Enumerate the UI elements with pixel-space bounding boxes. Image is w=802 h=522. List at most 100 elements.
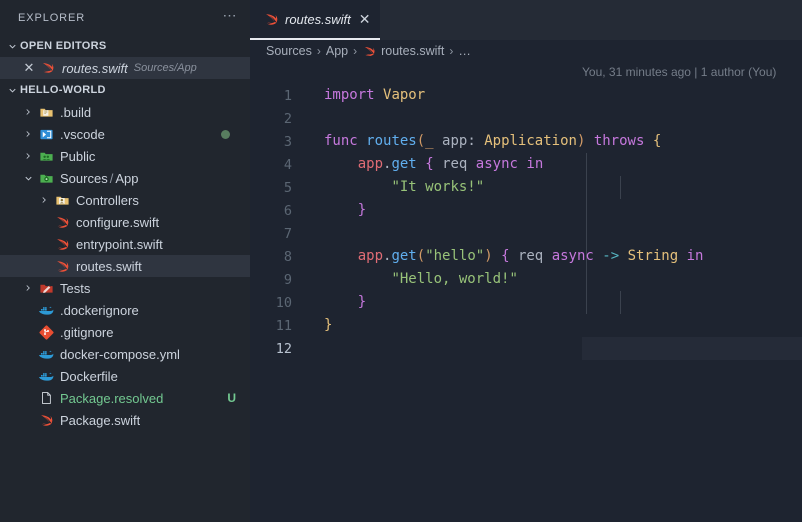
tree-item-public[interactable]: Public xyxy=(0,145,250,167)
code-line-10[interactable]: 10 } xyxy=(250,291,802,314)
tree-item-configure-swift[interactable]: configure.swift xyxy=(0,211,250,233)
docker-icon xyxy=(36,302,56,318)
section-label: HELLO-WORLD xyxy=(20,84,106,96)
tree-item-label: Tests xyxy=(60,281,90,296)
tree-item-entrypoint-swift[interactable]: entrypoint.swift xyxy=(0,233,250,255)
chevron-down-icon[interactable] xyxy=(20,170,36,186)
folder-tests-icon xyxy=(36,281,56,296)
tree-item-label: Sources xyxy=(60,171,108,186)
chevron-right-icon: › xyxy=(448,44,454,58)
tree-item-gitignore[interactable]: .gitignore xyxy=(0,321,250,343)
chevron-down-icon xyxy=(4,82,20,98)
line-number: 9 xyxy=(250,272,302,288)
code-line-9[interactable]: 9 "Hello, world!" xyxy=(250,268,802,291)
tree-item-label: .vscode xyxy=(60,127,105,142)
chevron-right-icon[interactable] xyxy=(20,104,36,120)
tree-item-label: routes.swift xyxy=(76,259,142,274)
tree-item-vscode[interactable]: .vscode xyxy=(0,123,250,145)
tree-item-docker-compose-yml[interactable]: docker-compose.yml xyxy=(0,343,250,365)
status-badge: U xyxy=(219,391,244,405)
close-icon[interactable]: ✕ xyxy=(359,12,371,26)
code-line-text: "It works!" xyxy=(302,176,802,199)
close-icon[interactable]: ✕ xyxy=(20,60,38,76)
chevron-right-icon[interactable] xyxy=(36,192,52,208)
tree-item-label: Dockerfile xyxy=(60,369,118,384)
code-line-6[interactable]: 6 } xyxy=(250,199,802,222)
line-number: 1 xyxy=(250,88,302,104)
tree-item-package-resolved[interactable]: Package.resolved U xyxy=(0,387,250,409)
code-line-5[interactable]: 5 "It works!" xyxy=(250,176,802,199)
line-number: 4 xyxy=(250,157,302,173)
code-line-4[interactable]: 4 app.get { req async in xyxy=(250,153,802,176)
editor-area: routes.swift ✕ Sources › App › routes.sw… xyxy=(250,0,802,522)
tab-label: routes.swift xyxy=(285,12,351,27)
line-number: 2 xyxy=(250,111,302,127)
editor-tab-bar: routes.swift ✕ xyxy=(250,0,802,40)
tree-item-label: Package.resolved xyxy=(60,391,163,406)
code-line-11[interactable]: 11 } xyxy=(250,314,802,337)
chevron-right-icon[interactable] xyxy=(20,148,36,164)
tree-item-label: docker-compose.yml xyxy=(60,347,180,362)
tree-item-label: entrypoint.swift xyxy=(76,237,163,252)
more-actions-icon[interactable]: ⋯ xyxy=(223,11,239,25)
swift-file-icon xyxy=(264,12,279,27)
line-number: 7 xyxy=(250,226,302,242)
code-line-7[interactable]: 7 xyxy=(250,222,802,245)
section-label: OPEN EDITORS xyxy=(20,40,107,52)
folder-public-icon xyxy=(36,149,56,164)
tree-item-package-swift[interactable]: Package.swift xyxy=(0,409,250,431)
docker-icon xyxy=(36,368,56,384)
code-line-8[interactable]: 8 app.get("hello") { req async -> String… xyxy=(250,245,802,268)
code-line-12[interactable]: 12 xyxy=(250,337,802,360)
page-title: EXPLORER xyxy=(18,12,223,24)
code-line-text: import Vapor xyxy=(302,84,802,107)
tree-item-tests[interactable]: Tests xyxy=(0,277,250,299)
tree-item-label: .gitignore xyxy=(60,325,113,340)
docker-icon xyxy=(36,346,56,362)
section-open-editors[interactable]: OPEN EDITORS xyxy=(0,35,250,57)
chevron-right-icon[interactable] xyxy=(20,280,36,296)
git-icon xyxy=(36,325,56,340)
tab-routes-swift[interactable]: routes.swift ✕ xyxy=(250,0,380,40)
folder-controllers-icon xyxy=(52,193,72,208)
line-number: 5 xyxy=(250,180,302,196)
line-number: 6 xyxy=(250,203,302,219)
chevron-right-icon: › xyxy=(352,44,358,58)
swift-file-icon xyxy=(52,259,72,274)
tree-item-controllers[interactable]: Controllers xyxy=(0,189,250,211)
section-hello-world[interactable]: HELLO-WORLD xyxy=(0,79,250,101)
tree-item-sources-app[interactable]: Sources / App xyxy=(0,167,250,189)
code-line-text: } xyxy=(302,314,802,337)
explorer-sidebar: EXPLORER ⋯ OPEN EDITORS ✕ routes.swift S… xyxy=(0,0,250,522)
line-number: 11 xyxy=(250,318,302,334)
code-line-2[interactable]: 2 xyxy=(250,107,802,130)
code-line-text: app.get("hello") { req async -> String i… xyxy=(302,245,802,268)
breadcrumb-item-sources[interactable]: Sources xyxy=(266,44,312,58)
plain-file-icon xyxy=(36,391,56,405)
code-line-text: app.get { req async in xyxy=(302,153,802,176)
tree-item-routes-swift[interactable]: routes.swift xyxy=(0,255,250,277)
code-line-1[interactable]: 1 import Vapor xyxy=(250,84,802,107)
chevron-down-icon xyxy=(4,38,20,54)
tree-item-label: .dockerignore xyxy=(60,303,139,318)
open-editor-name: routes.swift xyxy=(62,61,128,76)
breadcrumb-item-overflow[interactable]: … xyxy=(458,44,471,58)
breadcrumb-item-routes-swift[interactable]: routes.swift xyxy=(381,44,444,58)
swift-file-icon xyxy=(52,215,72,230)
tree-item-build[interactable]: .build xyxy=(0,101,250,123)
tree-item-dockerignore[interactable]: .dockerignore xyxy=(0,299,250,321)
open-editor-path: Sources/App xyxy=(134,62,197,74)
folder-vscode-icon xyxy=(36,127,56,142)
code-line-text: func routes(_ app: Application) throws { xyxy=(302,130,802,153)
tree-item-label-2: App xyxy=(115,171,138,186)
code-line-text: } xyxy=(302,291,802,314)
chevron-right-icon[interactable] xyxy=(20,126,36,142)
code-line-3[interactable]: 3 func routes(_ app: Application) throws… xyxy=(250,130,802,153)
code-editor[interactable]: You, 31 minutes ago | 1 author (You) 1 i… xyxy=(250,62,802,522)
tab-bar-empty-space xyxy=(380,0,802,40)
tree-item-label: configure.swift xyxy=(76,215,159,230)
breadcrumb-item-app[interactable]: App xyxy=(326,44,348,58)
tree-item-label: Public xyxy=(60,149,95,164)
tree-item-dockerfile[interactable]: Dockerfile xyxy=(0,365,250,387)
open-editor-item-routes-swift[interactable]: ✕ routes.swift Sources/App xyxy=(0,57,250,79)
